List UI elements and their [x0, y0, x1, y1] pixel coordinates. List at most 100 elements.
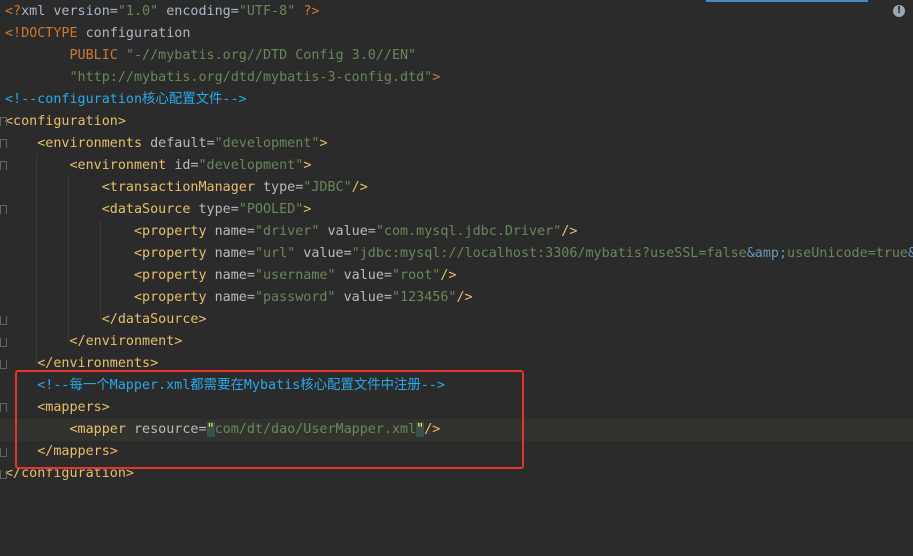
code-token: "driver" [254, 224, 320, 239]
code-line[interactable]: <transactionManager type="JDBC"/> [0, 177, 913, 199]
code-token: <property [5, 290, 215, 305]
code-line-text: <property name="driver" value="com.mysql… [5, 221, 577, 243]
code-token: "123456" [391, 290, 457, 305]
fold-end-icon[interactable] [0, 316, 7, 325]
code-token: <? [5, 4, 22, 19]
code-token: <environments [5, 136, 151, 151]
code-line-text: <property name="password" value="123456"… [5, 287, 473, 309]
code-token: id [174, 158, 191, 173]
fold-end-icon[interactable] [0, 470, 7, 479]
code-line[interactable]: "http://mybatis.org/dtd/mybatis-3-config… [0, 67, 913, 89]
code-token: "development" [214, 136, 320, 151]
code-token: </environment> [5, 334, 183, 349]
code-line[interactable]: <environment id="development"> [0, 155, 913, 177]
code-token: "http://mybatis.org/dtd/mybatis-3-config… [5, 70, 433, 85]
code-line-text: </dataSource> [5, 309, 207, 331]
code-line[interactable]: <dataSource type="POOLED"> [0, 199, 913, 221]
code-token: "jdbc:mysql://localhost:3306/mybatis?use… [351, 246, 747, 261]
code-token: <!--configuration核心配置文件--> [5, 92, 247, 107]
code-token: /> [456, 290, 473, 305]
code-token: <property [5, 224, 215, 239]
code-line[interactable]: <configuration> [0, 111, 913, 133]
code-editor[interactable]: ! <?xml version="1.0" encoding="UTF-8" ?… [0, 0, 913, 556]
code-line[interactable]: <property name="url" value="jdbc:mysql:/… [0, 243, 913, 265]
code-line-text: <property name="username" value="root"/> [5, 265, 457, 287]
code-line[interactable]: <!DOCTYPE configuration [0, 23, 913, 45]
code-token: <environment [5, 158, 175, 173]
code-token: value [303, 246, 344, 261]
fold-toggle-icon[interactable] [0, 161, 7, 170]
code-token: > [432, 70, 441, 85]
code-token: "com.mysql.jdbc.Driver" [375, 224, 562, 239]
code-token: "JDBC" [303, 180, 352, 195]
code-token: <configuration> [5, 114, 126, 129]
code-token: configuration [85, 26, 191, 41]
code-token: = [246, 268, 255, 283]
code-token: name [214, 268, 247, 283]
code-token: "1.0" [117, 4, 159, 19]
code-line[interactable]: <property name="username" value="root"/> [0, 265, 913, 287]
code-token: "url" [254, 246, 296, 261]
code-token: PUBLIC [5, 48, 126, 63]
code-line[interactable]: <property name="password" value="123456"… [0, 287, 913, 309]
code-token: "-//mybatis.org//DTD Config 3.0//EN" [125, 48, 417, 63]
code-token: = [246, 224, 255, 239]
code-token: /> [561, 224, 578, 239]
code-token: = [230, 202, 239, 217]
fold-toggle-icon[interactable] [0, 403, 7, 412]
code-line-text: </environment> [5, 331, 182, 353]
code-line-text: <dataSource type="POOLED"> [5, 199, 312, 221]
code-token: <property [5, 246, 215, 261]
fold-toggle-icon[interactable] [0, 117, 7, 126]
code-token: name [214, 224, 247, 239]
code-token: = [246, 246, 255, 261]
code-token: "POOLED" [238, 202, 304, 217]
code-line-text: <!DOCTYPE configuration [5, 23, 190, 45]
code-token: useUnicode=true [787, 246, 908, 261]
code-token: </environments> [5, 356, 159, 371]
code-token: name [214, 290, 247, 305]
code-token: <transactionManager [5, 180, 263, 195]
code-line[interactable]: <environments default="development"> [0, 133, 913, 155]
fold-toggle-icon[interactable] [0, 205, 7, 214]
code-token: value [343, 268, 384, 283]
code-token: "password" [254, 290, 336, 305]
fold-end-icon[interactable] [0, 448, 7, 457]
fold-end-icon[interactable] [0, 338, 7, 347]
code-token: value [327, 224, 368, 239]
code-token: xml version= [21, 4, 118, 19]
code-line[interactable]: </environment> [0, 331, 913, 353]
code-token: > [319, 136, 328, 151]
code-token: name [214, 246, 247, 261]
code-token: <dataSource [5, 202, 199, 217]
code-line-text: PUBLIC "-//mybatis.org//DTD Config 3.0//… [5, 45, 416, 67]
code-token: "username" [254, 268, 336, 283]
code-token: default [150, 136, 207, 151]
code-line[interactable]: PUBLIC "-//mybatis.org//DTD Config 3.0//… [0, 45, 913, 67]
code-token: &amp; [746, 246, 788, 261]
code-token: "root" [391, 268, 441, 283]
code-token: <!DOCTYPE [5, 26, 86, 41]
code-token: type [198, 202, 231, 217]
code-token: /> [440, 268, 457, 283]
fold-end-icon[interactable] [0, 360, 7, 369]
code-line-text: <!--configuration核心配置文件--> [5, 89, 247, 111]
code-line[interactable]: </dataSource> [0, 309, 913, 331]
code-line-text: <configuration> [5, 111, 126, 133]
code-token: = [383, 290, 392, 305]
code-token: </dataSource> [5, 312, 207, 327]
code-line[interactable]: <!--configuration核心配置文件--> [0, 89, 913, 111]
fold-toggle-icon[interactable] [0, 139, 7, 148]
code-line-text: <environments default="development"> [5, 133, 328, 155]
code-token: <property [5, 268, 215, 283]
code-line-text: <?xml version="1.0" encoding="UTF-8" ?> [5, 1, 319, 23]
code-line[interactable]: <?xml version="1.0" encoding="UTF-8" ?> [0, 1, 913, 23]
code-line-text: <environment id="development"> [5, 155, 311, 177]
code-line-text: <property name="url" value="jdbc:mysql:/… [5, 243, 913, 265]
code-token: = [383, 268, 392, 283]
code-line[interactable]: <property name="driver" value="com.mysql… [0, 221, 913, 243]
code-token: "development" [198, 158, 304, 173]
code-token: = [343, 246, 352, 261]
